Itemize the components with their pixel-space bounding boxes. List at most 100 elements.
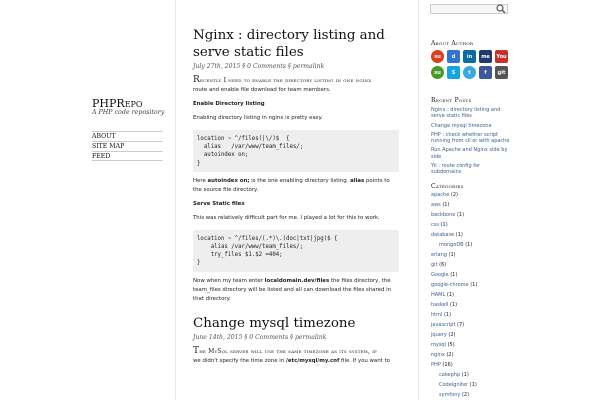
delicious-icon[interactable]: d bbox=[447, 50, 460, 63]
category-link[interactable]: mysql bbox=[431, 342, 446, 348]
category-link[interactable]: google-chrome bbox=[431, 282, 469, 288]
post: Nginx : directory listing and serve stat… bbox=[193, 27, 399, 304]
category-link[interactable]: apache bbox=[431, 192, 449, 198]
stumbleupon-icon[interactable]: su bbox=[431, 50, 444, 63]
category-item: CodeIgniter (1) bbox=[431, 380, 511, 390]
category-link[interactable]: cakephp bbox=[439, 372, 460, 378]
category-link[interactable]: jquery bbox=[431, 332, 447, 338]
category-count: (2) bbox=[444, 351, 454, 358]
categories-title: Categories bbox=[431, 182, 464, 190]
post: Change mysql timezone June 14th, 2015 § … bbox=[193, 315, 399, 366]
category-link[interactable]: nginx bbox=[431, 352, 445, 358]
category-link[interactable]: mongoDB bbox=[439, 242, 464, 248]
category-count: (1) bbox=[463, 241, 473, 248]
category-item: jquery (2) bbox=[431, 330, 511, 340]
skype-icon[interactable]: S bbox=[447, 66, 460, 79]
category-link[interactable]: backbone bbox=[431, 212, 455, 218]
category-item: aws (1) bbox=[431, 200, 511, 210]
category-count: (2) bbox=[446, 331, 456, 338]
category-item: google-chrome (1) bbox=[431, 280, 511, 290]
nav-feed[interactable]: Feed bbox=[92, 151, 163, 161]
categories-list: apache (2) aws (1) backbone (1) css (1) data… bbox=[431, 190, 511, 400]
category-item: erlang (1) bbox=[431, 250, 511, 260]
category-link[interactable]: symfony bbox=[439, 392, 460, 398]
category-link[interactable]: HAML bbox=[431, 292, 445, 298]
linkedin-icon[interactable]: in bbox=[463, 50, 476, 63]
category-count: (1) bbox=[455, 211, 465, 218]
category-link[interactable]: css bbox=[431, 222, 439, 228]
category-count: (6) bbox=[437, 261, 447, 268]
category-link[interactable]: erlang bbox=[431, 252, 447, 258]
category-item: css (1) bbox=[431, 220, 511, 230]
category-item: haskell (1) bbox=[431, 300, 511, 310]
category-count: (2) bbox=[449, 191, 458, 198]
post-lead: The MySql server will use the same timez… bbox=[193, 345, 390, 364]
category-count: (1) bbox=[440, 201, 450, 208]
category-link[interactable]: Google bbox=[431, 272, 449, 278]
category-link[interactable]: haskell bbox=[431, 302, 448, 308]
category-item: mongoDB (1) bbox=[431, 240, 511, 250]
post-title[interactable]: Change mysql timezone bbox=[193, 315, 399, 332]
recent-posts-title: Recent Posts bbox=[431, 97, 472, 104]
paragraph: Enabling directory listing in nginx is p… bbox=[193, 115, 323, 121]
category-link[interactable]: html bbox=[431, 312, 442, 318]
category-count: (2) bbox=[460, 391, 470, 398]
paragraph: This was relatively difficult part for m… bbox=[193, 214, 380, 221]
category-count: (1) bbox=[468, 281, 478, 288]
category-item: symfony (2) bbox=[431, 390, 511, 400]
recent-post-link[interactable]: Nginx : directory listing and serve stat… bbox=[431, 107, 511, 120]
search-icon bbox=[496, 4, 506, 14]
paragraph: Now when my team enter localdomain.dev/f… bbox=[193, 277, 392, 302]
category-item: backbone (1) bbox=[431, 210, 511, 220]
recent-post-link[interactable]: Change mysql timezone bbox=[431, 123, 511, 129]
category-count: (1) bbox=[468, 381, 477, 388]
category-link[interactable]: PHP bbox=[431, 362, 441, 368]
category-link[interactable]: aws bbox=[431, 202, 441, 208]
nav-about[interactable]: About bbox=[92, 131, 163, 141]
category-count: (1) bbox=[442, 311, 452, 318]
recent-post-link[interactable]: PHP : check whether script running from … bbox=[431, 132, 511, 145]
post-title[interactable]: Nginx : directory listing and serve stat… bbox=[193, 27, 399, 61]
category-count: (1) bbox=[460, 371, 469, 378]
category-count: (1) bbox=[438, 221, 448, 228]
facebook-icon[interactable]: f bbox=[479, 66, 492, 79]
twitter-icon[interactable]: t bbox=[463, 66, 476, 79]
category-count: (1) bbox=[445, 291, 454, 298]
category-item: HAML (1) bbox=[431, 290, 511, 300]
category-count: (16) bbox=[440, 361, 453, 368]
heading-enable-listing: Enable Directory listing bbox=[193, 101, 265, 107]
category-count: (1) bbox=[446, 251, 456, 258]
category-count: (1) bbox=[448, 301, 458, 308]
category-count: (1) bbox=[454, 231, 463, 238]
code-block: location ~ ^/files/(.*)\.(doc|txt|jpg)$ … bbox=[193, 229, 399, 272]
category-item: database (1) bbox=[431, 230, 511, 240]
search-button[interactable] bbox=[494, 3, 508, 15]
category-link[interactable]: database bbox=[431, 232, 454, 238]
stumbleupon2-icon[interactable]: su bbox=[431, 66, 444, 79]
category-count: (7) bbox=[455, 321, 465, 328]
paragraph: Here autoindex on; is the one enabling d… bbox=[193, 177, 390, 193]
category-link[interactable]: CodeIgniter bbox=[439, 382, 468, 388]
main-content: Nginx : directory listing and serve stat… bbox=[193, 27, 399, 366]
nav-site-map[interactable]: Site Map bbox=[92, 141, 163, 151]
right-sidebar: About Author su d in me You su St f git Recent P… bbox=[431, 40, 511, 400]
category-count: (1) bbox=[448, 271, 458, 278]
divider-left bbox=[175, 0, 176, 400]
category-item: PHP (16) bbox=[431, 360, 511, 370]
category-item: html (1) bbox=[431, 310, 511, 320]
category-link[interactable]: javascript bbox=[431, 322, 455, 328]
aboutme-icon[interactable]: me bbox=[479, 50, 492, 63]
youtube-icon[interactable]: You bbox=[495, 50, 508, 63]
recent-post-link[interactable]: Yii : route config for subdomains bbox=[431, 163, 511, 176]
category-item: cakephp (1) bbox=[431, 370, 511, 380]
category-item: Google (1) bbox=[431, 270, 511, 280]
post-lead: Recently I need to enable the directory … bbox=[193, 75, 372, 94]
about-author-title: About Author bbox=[431, 40, 474, 47]
category-count: (5) bbox=[446, 341, 455, 348]
github-icon[interactable]: git bbox=[495, 66, 508, 79]
category-item: mysql (5) bbox=[431, 340, 511, 350]
divider-right bbox=[418, 0, 419, 400]
main-nav: About Site Map Feed bbox=[92, 131, 163, 161]
recent-post-link[interactable]: Run Apache and Nginx side by side bbox=[431, 147, 511, 160]
category-item: nginx (2) bbox=[431, 350, 511, 360]
